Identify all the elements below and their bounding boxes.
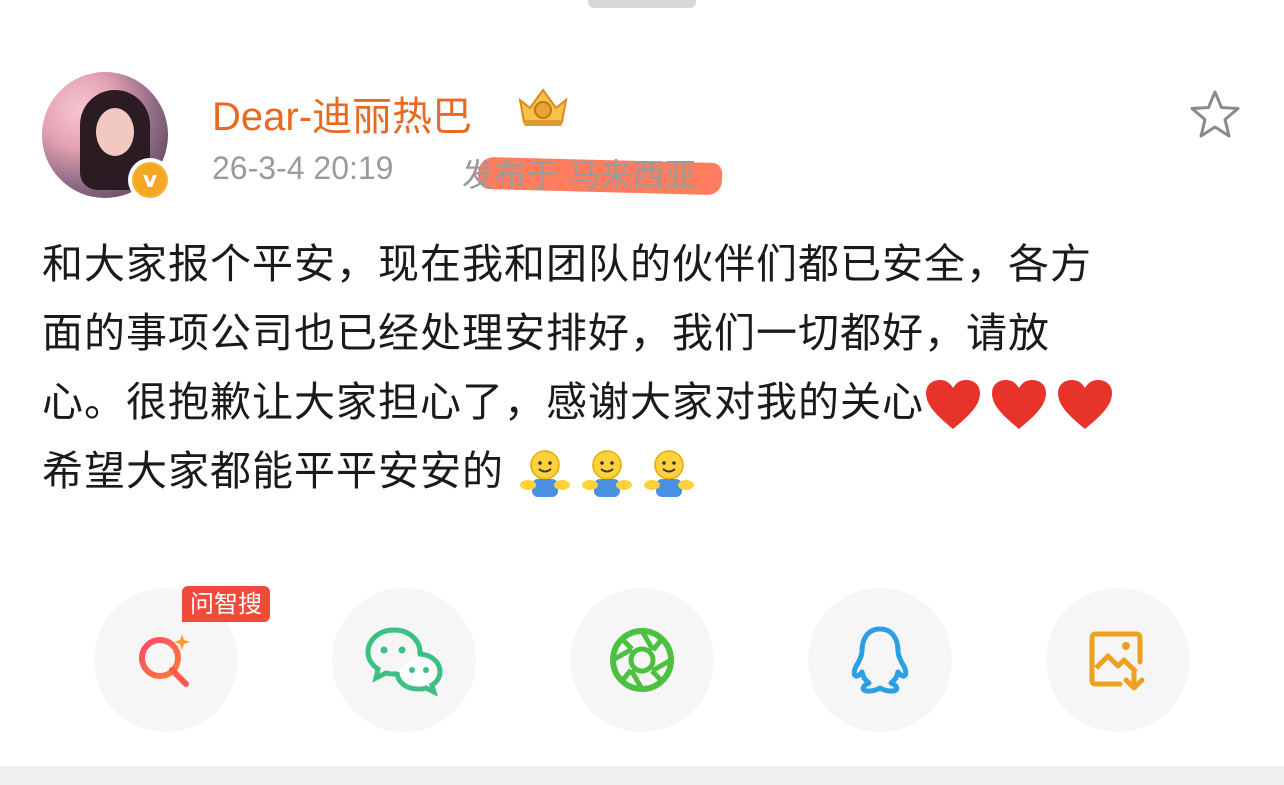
heart-emoji-icon xyxy=(926,380,980,429)
post-body: 和大家报个平安，现在我和团队的伙伴们都已安全，各方 面的事项公司也已经处理安排好… xyxy=(42,230,1252,506)
ask-search-badge: 问智搜 xyxy=(182,586,270,622)
post-line-1: 和大家报个平安，现在我和团队的伙伴们都已安全，各方 xyxy=(42,240,1092,288)
post-line-3: 心。很抱歉让大家担心了，感谢大家对我的关心 xyxy=(42,368,1252,437)
post-timestamp: 26-3-4 20:19 xyxy=(212,150,394,186)
post-line-2: 面的事项公司也已经处理安排好，我们一切都好，请放 xyxy=(42,309,1050,357)
username[interactable]: Dear-迪丽热巴 xyxy=(212,84,472,142)
post-line-4: 希望大家都能平平安安的 xyxy=(42,437,1252,506)
crown-vip-icon xyxy=(518,88,568,126)
moments-icon xyxy=(610,628,674,692)
sheet-drag-handle[interactable] xyxy=(588,0,696,8)
post-line-4-text: 希望大家都能平平安安的 xyxy=(42,447,504,495)
hug-emoji-icon xyxy=(582,450,633,497)
qq-icon xyxy=(851,626,909,694)
hug-emoji-icon xyxy=(644,450,695,497)
share-wechat-button[interactable] xyxy=(332,588,476,732)
avatar-face xyxy=(96,108,134,156)
verified-v-icon: v xyxy=(132,162,168,198)
favorite-star-icon[interactable] xyxy=(1188,88,1242,142)
post-line-3-text: 心。很抱歉让大家担心了，感谢大家对我的关心 xyxy=(42,378,924,426)
share-moments-button[interactable] xyxy=(570,588,714,732)
heart-emoji-icon xyxy=(992,380,1046,429)
ask-search-icon xyxy=(139,634,190,687)
share-qq-button[interactable] xyxy=(808,588,952,732)
bottom-divider xyxy=(0,766,1284,785)
hug-emoji-icon xyxy=(520,450,571,497)
wechat-icon xyxy=(365,627,443,696)
verified-badge: v xyxy=(128,158,172,202)
save-image-button[interactable] xyxy=(1046,588,1190,732)
save-image-icon xyxy=(1089,631,1145,691)
post-location: 发布于 马来西亚 xyxy=(462,156,697,194)
heart-emoji-icon xyxy=(1058,380,1112,429)
